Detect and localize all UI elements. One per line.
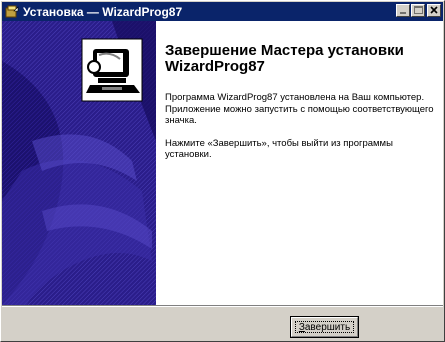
installer-window: Установка — WizardProg87 Завершение Маст… [0,0,445,342]
wizard-sidebar-image [2,21,156,305]
maximize-button[interactable] [411,4,425,17]
installer-computer-icon [81,38,143,102]
close-icon [430,6,438,14]
title-buttons [395,4,441,17]
title-bar[interactable]: Установка — WizardProg87 [2,2,443,21]
maximize-icon [414,6,423,14]
minimize-button[interactable] [396,4,410,17]
wizard-text: Завершение Мастера установки WizardProg8… [165,21,440,161]
heading-line-1: Завершение Мастера установки [165,42,404,59]
installed-message: Программа WizardProg87 установлена на Ва… [165,92,434,126]
heading-line-2: WizardProg87 [165,58,265,75]
finish-button-label: Завершить [299,322,350,333]
minimize-icon [400,12,406,14]
wizard-heading: Завершение Мастера установки WizardProg8… [165,43,440,75]
finish-button[interactable]: Завершить [290,316,359,338]
wizard-page: Завершение Мастера установки WizardProg8… [2,21,443,305]
window-title: Установка — WizardProg87 [23,4,183,19]
finish-instructions: Нажмите «Завершить», чтобы выйти из прог… [165,137,393,161]
close-button[interactable] [427,4,441,17]
setup-icon [5,5,19,17]
footer-separator [2,305,443,307]
finish-button-rest: авершить [304,321,351,333]
